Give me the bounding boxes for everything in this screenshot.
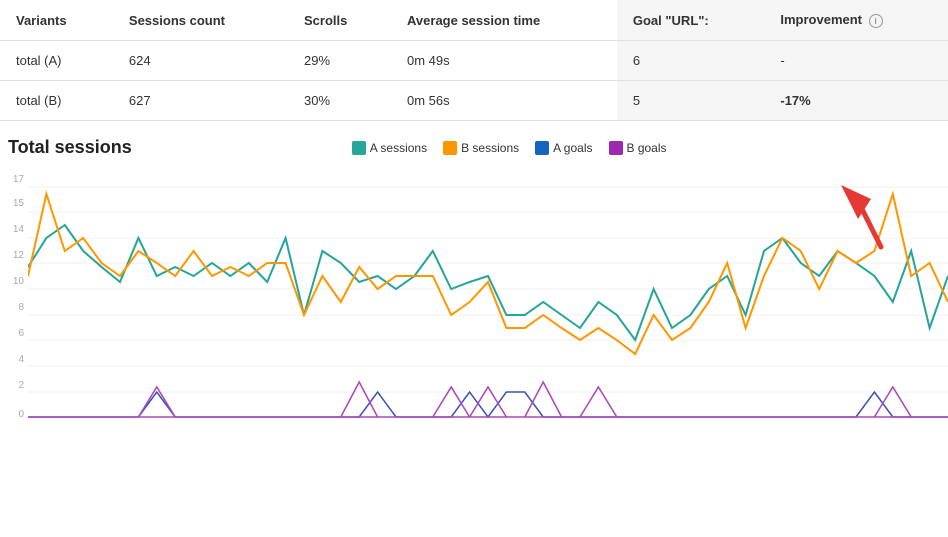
y-label-6: 6 [18, 328, 24, 339]
y-label-4: 4 [18, 354, 24, 365]
variant-a-goal: 6 [617, 41, 765, 81]
chart-legend: A sessions B sessions A goals B goals [132, 141, 667, 155]
chart-section: Total sessions A sessions B sessions A g… [0, 121, 948, 432]
col-header-variants: Variants [0, 0, 113, 41]
y-label-12: 12 [13, 250, 24, 261]
legend-checkbox-a-sessions [352, 141, 366, 155]
legend-a-goals[interactable]: A goals [535, 141, 592, 155]
col-header-improvement: Improvement i [764, 0, 948, 41]
legend-label-b-goals: B goals [627, 141, 667, 155]
legend-checkbox-b-goals [609, 141, 623, 155]
variant-b-label: total (B) [0, 81, 113, 121]
table-row: total (B) 627 30% 0m 56s 5 -17% [0, 81, 948, 121]
legend-label-a-sessions: A sessions [370, 141, 427, 155]
y-label-0: 0 [18, 409, 24, 420]
legend-label-a-goals: A goals [553, 141, 592, 155]
y-label-10: 10 [13, 276, 24, 287]
y-label-14: 14 [13, 224, 24, 235]
b-sessions-line [28, 194, 948, 354]
improvement-info-icon[interactable]: i [869, 14, 883, 28]
annotation-arrow [826, 177, 896, 260]
variant-b-goal: 5 [617, 81, 765, 121]
variant-a-scrolls: 29% [288, 41, 391, 81]
red-arrow-svg [826, 177, 896, 257]
variant-b-improvement: -17% [764, 81, 948, 121]
col-header-avg-time: Average session time [391, 0, 617, 41]
a-goals-line [28, 392, 948, 417]
y-label-2: 2 [18, 380, 24, 391]
variant-b-avgtime: 0m 56s [391, 81, 617, 121]
table-row: total (A) 624 29% 0m 49s 6 - [0, 41, 948, 81]
legend-checkbox-b-sessions [443, 141, 457, 155]
y-label-15: 15 [13, 198, 24, 209]
chart-svg [28, 172, 948, 432]
variant-b-scrolls: 30% [288, 81, 391, 121]
variant-a-improvement: - [764, 41, 948, 81]
chart-title: Total sessions [4, 137, 132, 158]
col-header-scrolls: Scrolls [288, 0, 391, 41]
ab-test-table: Variants Sessions count Scrolls Average … [0, 0, 948, 121]
legend-b-sessions[interactable]: B sessions [443, 141, 519, 155]
col-header-goal: Goal "URL": [617, 0, 765, 41]
variant-a-label: total (A) [0, 41, 113, 81]
y-label-8: 8 [18, 302, 24, 313]
legend-a-sessions[interactable]: A sessions [352, 141, 427, 155]
y-label-17: 17 [13, 174, 24, 185]
legend-checkbox-a-goals [535, 141, 549, 155]
legend-label-b-sessions: B sessions [461, 141, 519, 155]
col-header-sessions: Sessions count [113, 0, 288, 41]
variant-b-sessions: 627 [113, 81, 288, 121]
variant-a-avgtime: 0m 49s [391, 41, 617, 81]
variant-a-sessions: 624 [113, 41, 288, 81]
legend-b-goals[interactable]: B goals [609, 141, 667, 155]
